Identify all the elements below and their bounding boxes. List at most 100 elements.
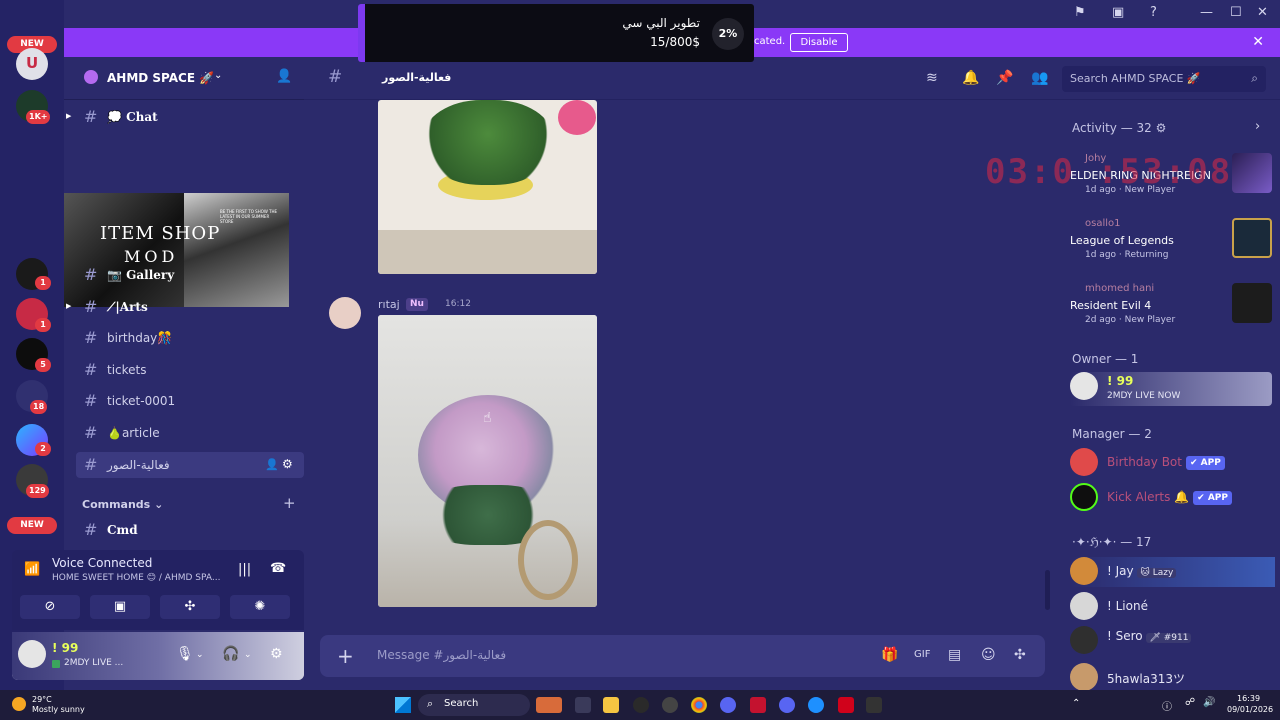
help-icon[interactable]: ?	[1150, 5, 1157, 20]
message-input[interactable]: Message #فعالية-الصور	[377, 648, 506, 662]
channel-label: tickets	[107, 363, 147, 377]
disable-button[interactable]: Disable	[790, 33, 848, 52]
member-kick-alerts[interactable]: Kick Alerts 🔔 ✔ APP	[1070, 483, 1275, 513]
epic-icon[interactable]	[866, 697, 882, 713]
activity-card[interactable]: osallo1 League of Legends 1d ago · Retur…	[1070, 218, 1272, 272]
app-red-icon[interactable]	[838, 697, 854, 713]
taskbar-search[interactable]: ⌕ Search	[418, 694, 530, 716]
invite-icon[interactable]: 👤	[276, 69, 292, 84]
channel-cmd[interactable]: # Cmd	[76, 517, 304, 543]
inbox-icon[interactable]: ▣	[1112, 5, 1124, 20]
taskbar-search-label: Search	[444, 698, 479, 709]
add-channel-icon[interactable]: +	[283, 494, 296, 512]
weather-temp[interactable]: 29°C	[32, 695, 52, 704]
member-jay[interactable]: ! Jay 🐱 Lazy	[1070, 557, 1275, 587]
settings-gear-icon[interactable]: ⚙	[270, 646, 283, 662]
avatar[interactable]	[18, 640, 46, 668]
start-icon[interactable]	[395, 697, 411, 713]
app-icon[interactable]	[633, 697, 649, 713]
avatar	[1070, 483, 1098, 511]
add-attachment-icon[interactable]: +	[337, 644, 354, 668]
pin-icon[interactable]: 📌	[996, 70, 1013, 86]
voice-status[interactable]: Voice Connected	[52, 556, 152, 570]
close-icon[interactable]: ✕	[1252, 34, 1264, 50]
author-avatar[interactable]	[329, 297, 361, 329]
discord-active-icon[interactable]	[779, 697, 795, 713]
window-close-icon[interactable]: ✕	[1257, 5, 1268, 20]
message-composer[interactable]: + Message #فعالية-الصور 🎁 GIF ▤ ☺ ✣	[320, 635, 1045, 677]
server-header[interactable]: AHMD SPACE 🚀 ⌄ 👤	[64, 57, 304, 100]
weather-desc[interactable]: Mostly sunny	[32, 705, 85, 714]
activity-header[interactable]: Activity — 32 ⚙	[1072, 121, 1166, 135]
tray-flag-icon[interactable]: ⓘ	[1162, 698, 1172, 713]
signal-icon[interactable]: 📶	[24, 562, 40, 577]
headphones-icon[interactable]: 🎧	[222, 646, 239, 662]
minimize-icon[interactable]: —	[1200, 5, 1213, 20]
sticker-icon[interactable]: ▤	[948, 647, 961, 663]
widget-icon[interactable]	[536, 697, 562, 713]
chevron-right-icon[interactable]: ›	[1255, 119, 1260, 134]
invite-icon[interactable]: 👤	[265, 458, 279, 471]
clock-date[interactable]: 09/01/2026	[1227, 705, 1273, 714]
channel-birthday[interactable]: # birthday🎊	[76, 325, 304, 351]
expand-arrow-icon: ▶	[66, 302, 72, 310]
flag-icon[interactable]: ⚑	[1074, 5, 1086, 20]
member-name: ! Lioné	[1107, 599, 1148, 613]
soundboard-button[interactable]: ✺	[230, 595, 290, 619]
channel-tickets[interactable]: # tickets	[76, 357, 304, 383]
microphone-icon[interactable]: 🎙	[176, 646, 194, 662]
activities-icon: ✣	[184, 599, 196, 614]
message-image-bouquet[interactable]	[378, 315, 597, 607]
tray-chevron-icon[interactable]: ⌃	[1072, 698, 1080, 709]
channel-arts[interactable]: ▶ # ⟋|Arts	[66, 294, 304, 320]
maximize-icon[interactable]: ☐	[1230, 5, 1242, 20]
emoji-icon[interactable]: ☺	[981, 647, 996, 663]
gif-icon[interactable]: GIF	[914, 649, 930, 660]
screen-share-button[interactable]: ▣	[90, 595, 150, 619]
gear-icon[interactable]: ⚙	[282, 457, 293, 471]
search-input[interactable]: Search AHMD SPACE 🚀 ⌕	[1062, 66, 1266, 92]
voice-channel[interactable]: HOME SWEET HOME 😊 / AHMD SPA...	[52, 573, 220, 583]
media-icon[interactable]	[750, 697, 766, 713]
disconnect-icon[interactable]: ☎	[270, 561, 286, 576]
gift-icon[interactable]: 🎁	[881, 647, 898, 663]
chat-scrollbar[interactable]	[1045, 570, 1050, 610]
task-view-icon[interactable]	[575, 697, 591, 713]
category-commands[interactable]: Commands ⌄	[82, 498, 163, 511]
game-art	[1232, 218, 1272, 258]
discord-icon[interactable]	[720, 697, 736, 713]
group-header: ·✦·ℌ·✦· — 17	[1072, 535, 1152, 549]
camera-off-button[interactable]: ⊘	[20, 595, 80, 619]
bell-icon[interactable]: 🔔	[962, 70, 979, 86]
activity-card[interactable]: mhomed hani Resident Evil 4 2d ago · New…	[1070, 283, 1272, 337]
chrome-icon[interactable]	[691, 697, 707, 713]
member-lione[interactable]: ! Lioné	[1070, 592, 1275, 622]
file-explorer-icon[interactable]	[603, 697, 619, 713]
channel-photo-event[interactable]: # فعالية-الصور 👤 ⚙	[76, 452, 304, 478]
member-list-icon[interactable]: 👥	[1031, 70, 1048, 86]
channel-gallery[interactable]: # 📷 Gallery	[76, 262, 304, 288]
channel-ticket-0001[interactable]: # ticket-0001	[76, 388, 304, 414]
member-5hawla[interactable]: 5hawla313ツ	[1070, 663, 1275, 690]
noise-suppression-icon[interactable]: |||	[238, 562, 251, 577]
settings-icon[interactable]	[662, 697, 678, 713]
threads-icon[interactable]: ≋	[926, 70, 938, 86]
activity-user: mhomed hani	[1085, 283, 1155, 294]
clock-time[interactable]: 16:39	[1237, 694, 1260, 703]
channel-chat[interactable]: ▶ # 💭 Chat	[66, 104, 304, 130]
chevron-down-icon[interactable]: ⌄	[196, 650, 204, 660]
author-name[interactable]: rıtaj	[378, 298, 400, 311]
new-pill[interactable]: NEW	[7, 517, 57, 534]
network-icon[interactable]: ☍	[1185, 697, 1195, 708]
volume-icon[interactable]: 🔊	[1203, 697, 1215, 708]
message-image-plant[interactable]	[378, 100, 597, 274]
member-sero[interactable]: ! Sero 🗡 #911	[1070, 626, 1275, 656]
chevron-down-icon[interactable]: ⌄	[244, 650, 252, 660]
activities-button[interactable]: ✣	[160, 595, 220, 619]
member-owner[interactable]: ! 99 2MDY LIVE NOW	[1070, 372, 1272, 406]
apps-icon[interactable]: ✣	[1014, 647, 1026, 663]
member-birthday-bot[interactable]: Birthday Bot ✔ APP	[1070, 448, 1275, 478]
app-c-icon[interactable]	[808, 697, 824, 713]
server-icon[interactable]: U	[16, 48, 48, 80]
channel-article[interactable]: # 🍐article	[76, 420, 304, 446]
